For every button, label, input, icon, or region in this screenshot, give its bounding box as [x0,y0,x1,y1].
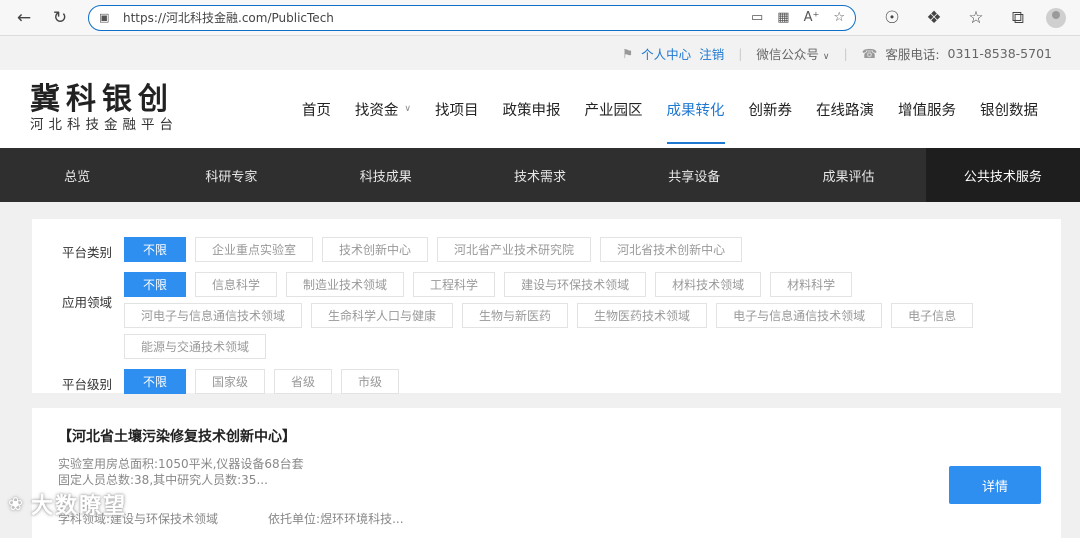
top-info-bar: ⚑ 个人中心 注销 | 微信公众号 ∨ | ☎ 客服电话: 0311-8538-… [0,36,1080,70]
field-tag[interactable]: 生物与新医药 [462,303,569,328]
field-tag[interactable]: 不限 [124,272,187,297]
nav-policy[interactable]: 政策申报 [491,70,573,148]
sub-nav: 总览 科研专家 科技成果 技术需求 共享设备 成果评估 公共技术服务 [0,148,1080,202]
card-org: 依托单位:煜环环境科技... [268,512,404,526]
nav-value-added[interactable]: 增值服务 [886,70,968,148]
nav-industrial-park[interactable]: 产业园区 [573,70,655,148]
chevron-down-icon: ∨ [404,104,411,114]
field-tag[interactable]: 材料科学 [770,272,853,297]
field-tag[interactable]: 生命科学人口与健康 [311,303,454,328]
field-tag[interactable]: 河电子与信息通信技术领域 [124,303,303,328]
platform-type-tag[interactable]: 河北省产业技术研究院 [437,237,592,262]
platform-type-tag[interactable]: 不限 [124,237,187,262]
level-tag[interactable]: 国家级 [195,369,266,394]
field-tag[interactable]: 信息科学 [195,272,278,297]
detail-button[interactable]: 详情 [949,466,1041,504]
collections-icon[interactable]: ⧉ [1004,4,1032,32]
card-meta: 学科领域:建设与环保技术领域 依托单位:煜环环境科技... [58,510,1035,527]
level-tag[interactable]: 不限 [124,369,187,394]
nav-innovation-voucher[interactable]: 创新券 [737,70,805,148]
profile-avatar[interactable] [1046,7,1066,28]
level-tag[interactable]: 市级 [341,369,400,394]
lock-icon: ▣ [99,11,110,24]
platform-type-tag[interactable]: 企业重点实验室 [195,237,314,262]
watermark-text: 大数瞭望 [31,494,128,519]
tracking-icon[interactable]: ☉ [878,4,906,32]
read-aloud-icon[interactable]: A⁺ [804,10,820,25]
refresh-icon[interactable]: ↻ [46,4,74,32]
platform-type-tag[interactable]: 技术创新中心 [322,237,429,262]
nav-online-roadshow[interactable]: 在线路演 [804,70,886,148]
field-tag[interactable]: 电子与信息通信技术领域 [716,303,883,328]
screen-icon[interactable]: ▭ [751,10,763,25]
card-title[interactable]: 【河北省土壤污染修复技术创新中心】 [58,426,1035,446]
browser-toolbar: ← ↻ ▣ https://河北科技金融.com/PublicTech ▭ ▦ … [0,0,1080,36]
user-center-link[interactable]: 个人中心 [641,44,691,63]
nav-data[interactable]: 银创数据 [968,70,1050,148]
field-tag[interactable]: 工程科学 [413,272,496,297]
nav-find-funds-label: 找资金 [354,102,399,119]
divider: | [738,45,743,61]
nav-find-funds[interactable]: 找资金 ∨ [343,70,423,148]
subnav-overview[interactable]: 总览 [0,148,154,202]
filter-label: 平台级别 [62,377,113,392]
field-tag[interactable]: 能源与交通技术领域 [124,334,267,359]
filter-row-field: 应用领域 不限 信息科学 制造业技术领域 工程科学 建设与环保技术领域 材料技术领域 材料科… [62,272,1031,359]
tag-group: 不限 企业重点实验室 技术创新中心 河北省产业技术研究院 河北省技术创新中心 [124,237,1031,262]
nav-achievement-transfer[interactable]: 成果转化 [655,70,737,148]
logout-link[interactable]: 注销 [699,44,724,63]
field-tag[interactable]: 建设与环保技术领域 [504,272,647,297]
wechat-label: 微信公众号 [756,46,819,62]
nav-find-projects[interactable]: 找项目 [423,70,491,148]
watermark: ❀ 大数瞭望 [8,488,127,520]
subnav-experts[interactable]: 科研专家 [154,148,308,202]
watermark-logo-icon: ❀ [8,493,26,515]
favorite-star-icon[interactable]: ☆ [833,10,845,25]
subnav-achievements[interactable]: 科技成果 [309,148,463,202]
filter-row-platform-type: 平台类别 不限 企业重点实验室 技术创新中心 河北省产业技术研究院 河北省技术创新中心 [62,237,1031,262]
divider: | [843,45,848,61]
site-logo[interactable]: 冀科银创 河北科技金融平台 [30,84,230,134]
field-tag[interactable]: 电子信息 [891,303,974,328]
subnav-tech-demand[interactable]: 技术需求 [463,148,617,202]
field-tag[interactable]: 生物医药技术领域 [577,303,708,328]
qr-icon[interactable]: ▦ [777,10,789,25]
subnav-shared-equipment[interactable]: 共享设备 [617,148,771,202]
phone-icon: ☎ [861,45,878,61]
phone-number: 0311-8538-5701 [947,45,1052,61]
platform-type-tag[interactable]: 河北省技术创新中心 [600,237,743,262]
main-nav: 首页 找资金 ∨ 找项目 政策申报 产业园区 成果转化 创新券 在线路演 增值服务… [290,70,1050,148]
card-staff-info: 固定人员总数:38,其中研究人员数:35... [58,473,268,487]
phone-label: 客服电话: [885,46,940,62]
filter-label: 应用领域 [62,295,113,310]
bell-icon: ⚑ [621,45,634,61]
subnav-evaluation[interactable]: 成果评估 [771,148,925,202]
back-icon[interactable]: ← [10,4,38,32]
chevron-down-icon: ∨ [822,51,830,62]
site-header: 冀科银创 河北科技金融平台 首页 找资金 ∨ 找项目 政策申报 产业园区 成果转化… [0,70,1080,148]
tag-group: 不限 国家级 省级 市级 [124,369,1031,394]
address-bar[interactable]: ▣ https://河北科技金融.com/PublicTech ▭ ▦ A⁺ ☆ [88,4,856,31]
wechat-menu[interactable]: 微信公众号 ∨ [756,44,829,63]
favorites-icon[interactable]: ☆ [962,4,990,32]
url-text: https://河北科技金融.com/PublicTech [123,11,334,25]
filter-row-level: 平台级别 不限 国家级 省级 市级 [62,369,1031,394]
logo-title: 冀科银创 [30,82,174,117]
card-area-info: 实验室用房总面积:1050平米,仪器设备68台套 [58,457,304,471]
filter-label: 平台类别 [62,245,113,260]
extensions-icon[interactable]: ❖ [920,4,948,32]
nav-home[interactable]: 首页 [290,70,343,148]
field-tag[interactable]: 材料技术领域 [655,272,762,297]
result-card: 【河北省土壤污染修复技术创新中心】 实验室用房总面积:1050平米,仪器设备68… [32,408,1061,538]
filter-panel: 平台类别 不限 企业重点实验室 技术创新中心 河北省产业技术研究院 河北省技术创新中心 … [32,219,1061,394]
subnav-public-tech-service[interactable]: 公共技术服务 [925,148,1080,202]
level-tag[interactable]: 省级 [274,369,333,394]
field-tag[interactable]: 制造业技术领域 [286,272,405,297]
tag-group: 不限 信息科学 制造业技术领域 工程科学 建设与环保技术领域 材料技术领域 材料科学河电子与… [124,272,1031,359]
logo-subtitle: 河北科技金融平台 [30,117,178,133]
